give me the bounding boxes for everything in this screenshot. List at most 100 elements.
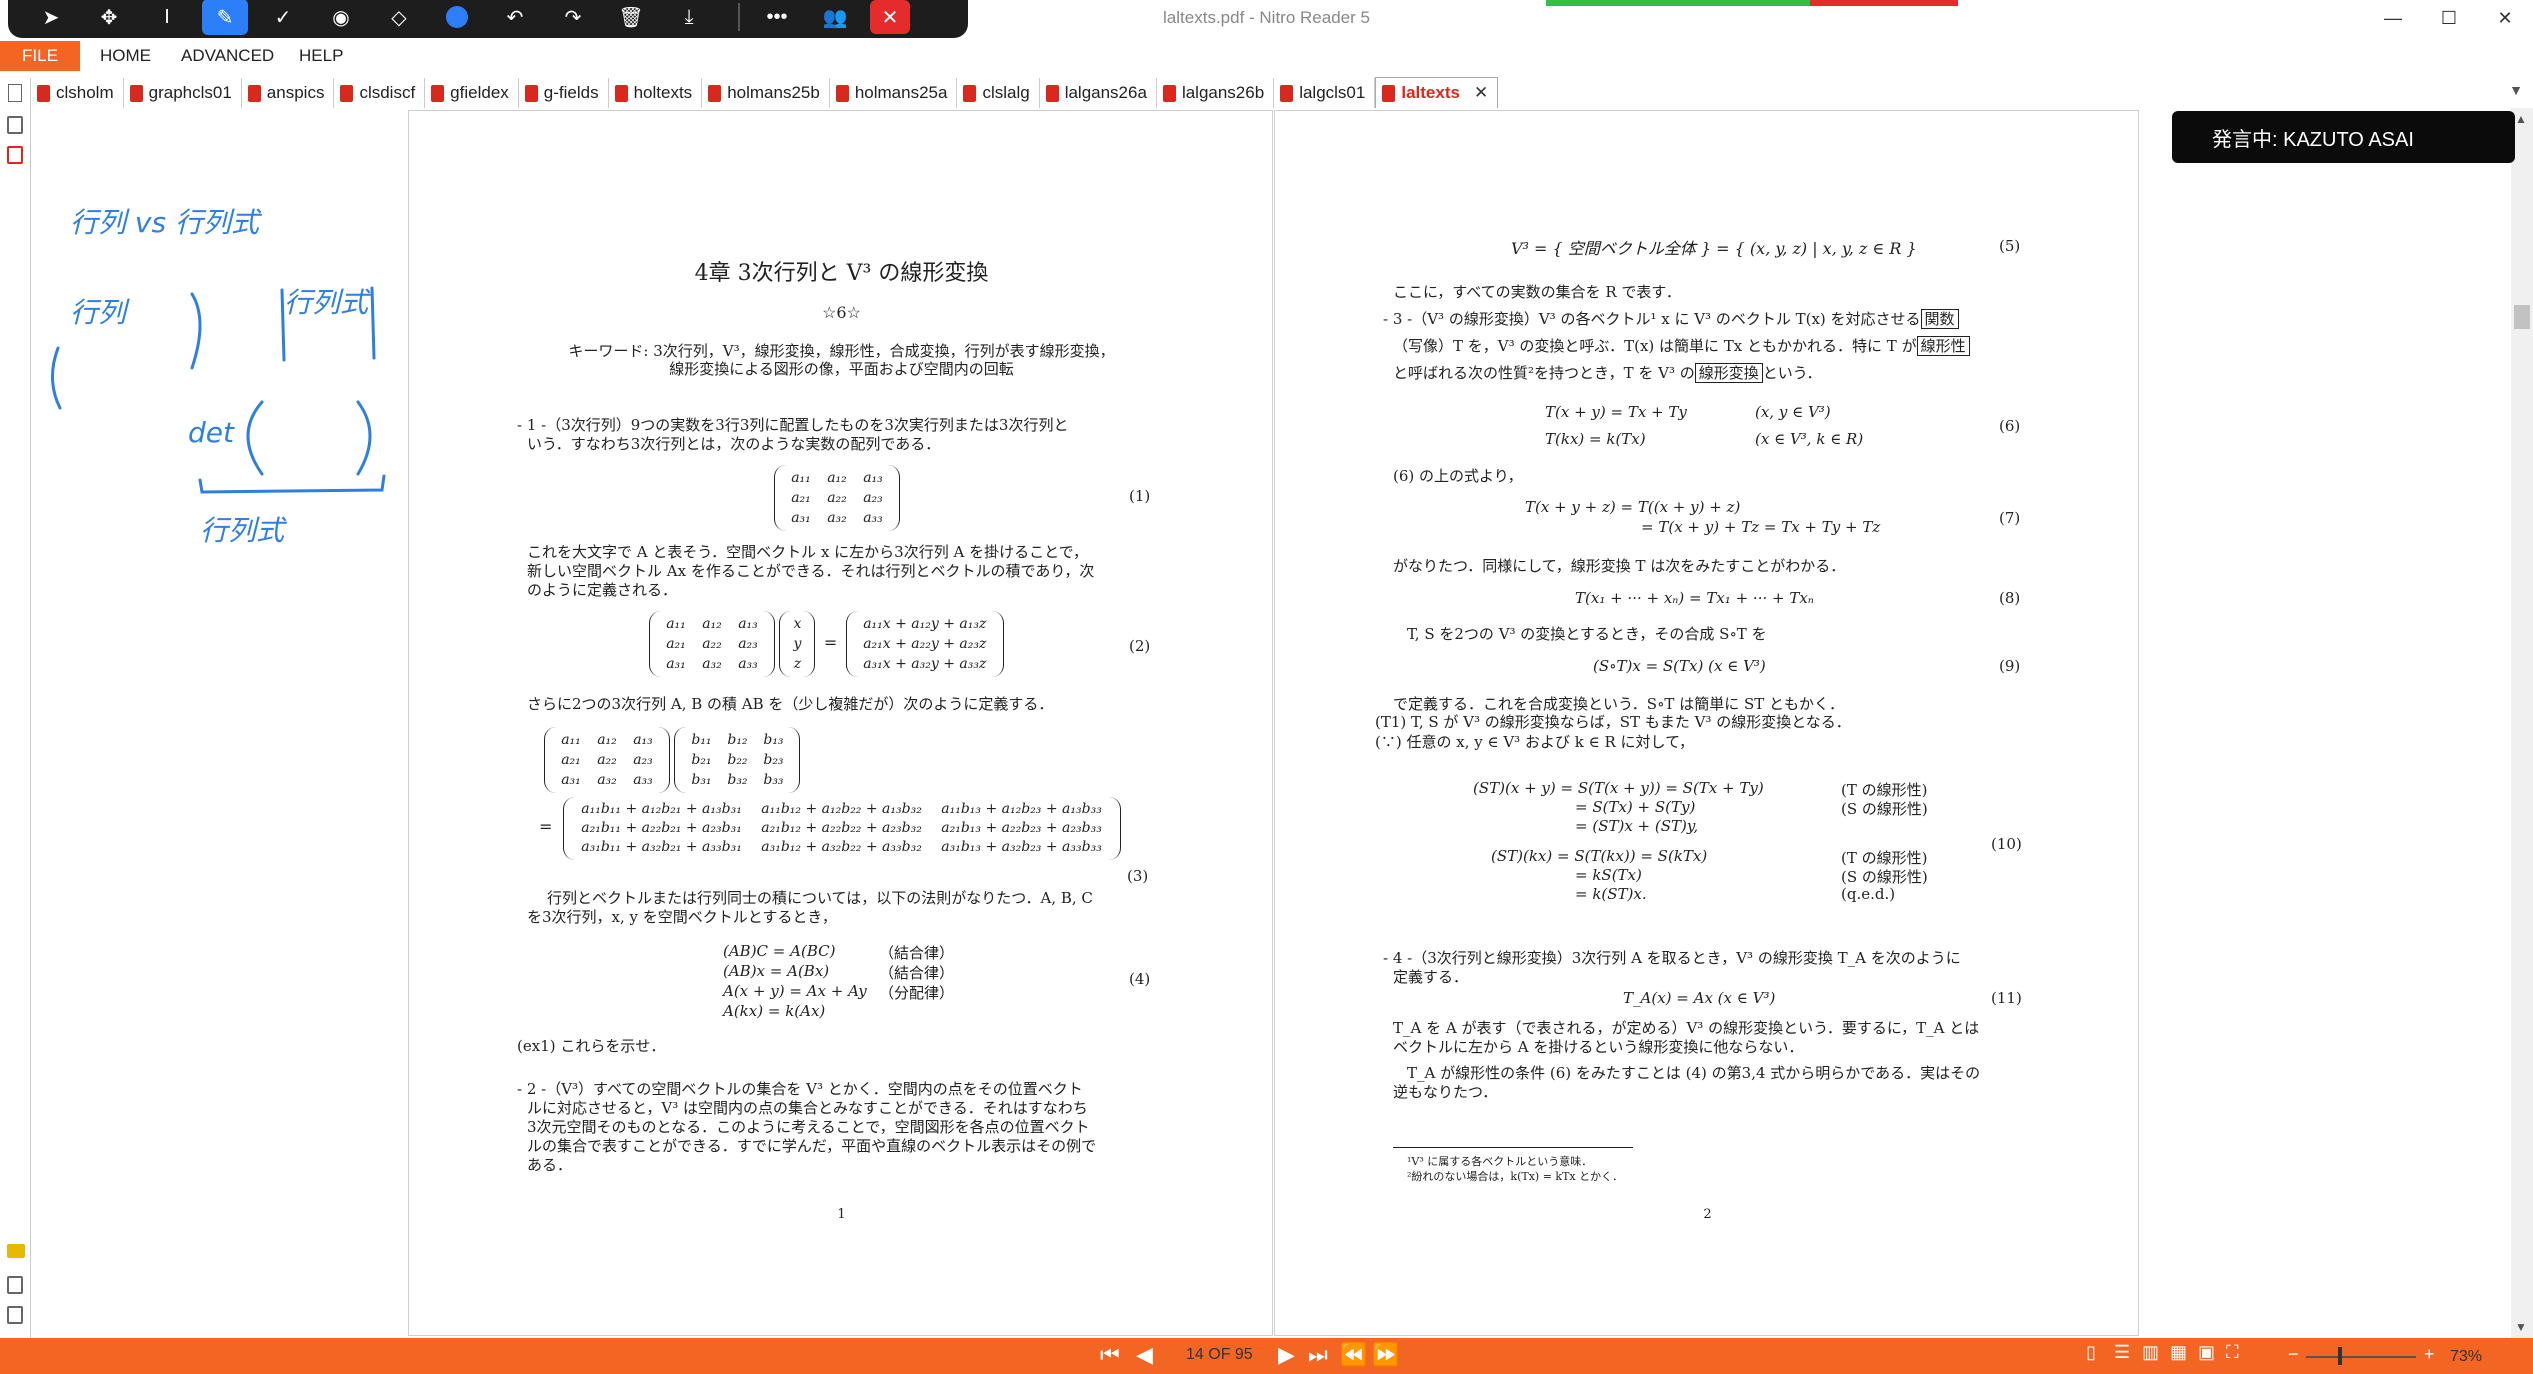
ink-left-label: 行列 [70,296,130,329]
eq-number-8: (8) [1999,589,2021,607]
section-1-line-b: いう．すなわち3次行列とは，次のような実数の配列である． [527,435,941,453]
ink-det-paren-r [356,400,372,476]
next-page-icon[interactable]: ▶ [1278,1342,1295,1368]
vertical-scrollbar[interactable] [2511,108,2533,1338]
eq7-line-1: T(x + y + z) = T((x + y) + z) [1525,498,1741,516]
doc-tab[interactable]: holmans25b [702,78,830,108]
file-tab[interactable]: FILE [0,41,80,71]
prev-page-icon[interactable]: ◀ [1136,1342,1153,1368]
pen-icon[interactable]: ✎ [202,0,248,35]
ink-bracket [198,474,386,494]
pdf-file-icon [835,84,849,102]
continuous-view-icon[interactable]: ☰ [2114,1342,2130,1363]
single-page-view-icon[interactable]: ▯ [2086,1342,2096,1363]
section-3-text-a: - 3 -（V³ の線形変換）V³ の各ベクトル¹ x に V³ のベクトル T… [1383,310,1921,328]
eq-number-5: (5) [1999,237,2021,255]
back-view-icon[interactable]: ⏪ [1340,1342,1367,1368]
boxed-term-linear-map: 線形変換 [1694,363,1763,383]
eq6-line-2: T(kx) = k(Tx) [1545,430,1646,448]
move-icon[interactable]: ✥ [86,0,132,35]
download-icon[interactable]: ⤓ [666,0,712,35]
law-3: A(x + y) = Ax + Ay [723,982,867,1000]
forward-view-icon[interactable]: ⏩ [1372,1342,1399,1368]
doc-tab[interactable]: anspics [242,78,335,108]
tab-list-icon[interactable] [0,78,31,108]
eq10-line-6: = k(ST)x. [1575,885,1647,903]
pdf-page-1: 4章 3次行列と V³ の線形変換 ☆6☆ キーワード: 3次行列，V³，線形変… [408,110,1273,1336]
comments-panel-icon[interactable] [7,1244,25,1258]
eq-number-3: (3) [1127,867,1149,885]
doc-tab[interactable]: lalgcls01 [1274,78,1376,108]
close-icon[interactable]: ✕ [870,0,910,34]
scrollbar-thumb[interactable] [2514,305,2530,329]
last-page-icon[interactable]: ⏭ [1308,1342,1328,1368]
output-panel-icon[interactable] [7,1306,23,1324]
undo-icon[interactable]: ↶ [492,0,538,35]
maximize-button[interactable]: ☐ [2421,0,2477,36]
doc-tab[interactable]: lalgans26b [1157,78,1275,108]
zoom-slider[interactable] [2306,1356,2416,1358]
doc-tab[interactable]: graphcls01 [124,78,242,108]
eq10-note-4: (T の線形性) [1841,849,1928,867]
zoom-out-button[interactable]: − [2288,1344,2299,1365]
color-dot-icon[interactable] [434,0,480,35]
first-page-icon[interactable]: ⏮ [1100,1342,1120,1368]
delete-icon[interactable]: 🗑 [608,0,654,35]
section-3-text-d: という． [1762,364,1822,382]
close-window-button[interactable]: ✕ [2477,0,2533,36]
eq10-note-5: (S の線形性) [1841,868,1928,886]
eq-number-10: (10) [1991,835,2022,853]
tab-help[interactable]: HELP [299,41,343,71]
eq-number-4: (4) [1129,970,1151,988]
doc-tab-active[interactable]: laltexts ✕ [1375,77,1499,108]
eq10-note-6: (q.e.d.) [1841,885,1896,903]
zoom-level[interactable]: 73% [2450,1348,2482,1366]
doc-tab[interactable]: clslalg [957,78,1040,108]
pointer-icon[interactable]: ➤ [28,0,74,35]
eq10-note-1: (T の線形性) [1841,781,1928,799]
highlighter-icon[interactable]: ◉ [318,0,364,35]
bookmarks-panel-icon[interactable] [7,146,23,164]
zoom-in-button[interactable]: + [2424,1344,2435,1365]
pdf-page-2: V³ = { 空間ベクトル全体 } = { (x, y, z) | x, y, … [1274,110,2139,1336]
section-2-line-e: ある． [527,1156,573,1174]
eq10-note-2: (S の線形性) [1841,800,1928,818]
doc-tab-label: anspics [266,83,325,102]
close-tab-icon[interactable]: ✕ [1474,83,1488,103]
doc-tab[interactable]: gfieldex [425,78,519,108]
page-indicator[interactable]: 14 OF 95 [1186,1346,1253,1364]
tab-advanced[interactable]: ADVANCED [181,41,274,71]
minimize-button[interactable]: — [2365,0,2421,36]
check-icon[interactable]: ✓ [260,0,306,35]
doc-tab[interactable]: holmans25a [830,78,958,108]
line-ta-2: ベクトルに左から A を掛けるという線形変換に他ならない． [1393,1038,1804,1056]
law-3-note: （分配律） [879,984,955,1002]
section-4-line-a: - 4 -（3次行列と線形変換）3次行列 A を取るとき，V³ の線形変換 T_… [1383,949,1961,967]
facing-view-icon[interactable]: ▥ [2142,1342,2159,1363]
scroll-down-icon[interactable]: ▼ [2515,1320,2527,1334]
doc-tab[interactable]: lalgans26a [1040,78,1157,108]
doc-tab[interactable]: g-fields [519,78,609,108]
fit-width-icon[interactable]: ▣ [2198,1342,2215,1363]
pdf-file-icon [129,84,143,102]
scroll-up-icon[interactable]: ▲ [2515,112,2527,126]
continuous-facing-view-icon[interactable]: ▦ [2170,1342,2187,1363]
attachments-panel-icon[interactable] [7,1276,23,1294]
zoom-slider-knob[interactable] [2338,1347,2342,1365]
doc-tab[interactable]: clsdiscf [334,78,426,108]
pen-toolbar: ➤ ✥ I ✎ ✓ ◉ ◇ ↶ ↷ 🗑 ⤓ ••• 👥 ✕ [8,0,968,38]
redo-icon[interactable]: ↷ [550,0,596,35]
eraser-icon[interactable]: ◇ [376,0,422,35]
doc-tab[interactable]: holtexts [609,78,703,108]
people-icon[interactable]: 👥 [812,0,858,35]
pages-panel-icon[interactable] [7,116,23,134]
doc-tab-label: holtexts [633,83,693,102]
tabs-dropdown-icon[interactable]: ▼ [2509,82,2523,98]
eq10-line-4: (ST)(kx) = S(T(kx)) = S(kTx) [1491,847,1708,865]
tab-home[interactable]: HOME [100,41,151,71]
more-icon[interactable]: ••• [754,0,800,35]
pdf-file-icon [708,84,722,102]
fullscreen-icon[interactable]: ⛶ [2226,1342,2239,1363]
doc-tab[interactable]: clsholm [31,78,124,108]
text-cursor-icon[interactable]: I [144,0,190,35]
